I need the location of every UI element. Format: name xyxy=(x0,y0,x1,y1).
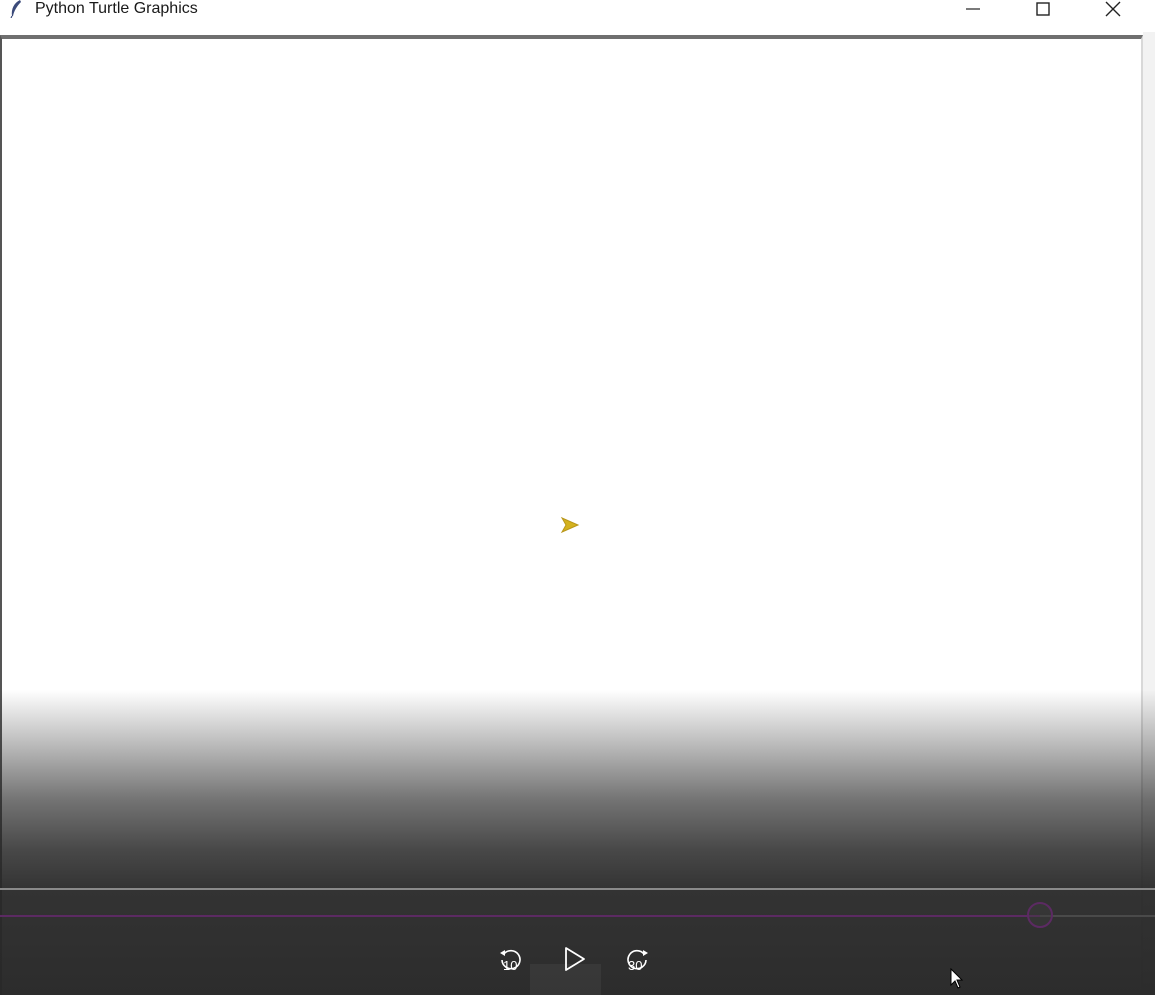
forward-seconds: 30 xyxy=(628,958,643,973)
forward-button[interactable]: 30 xyxy=(620,944,654,978)
progress-thumb[interactable] xyxy=(1027,902,1053,928)
close-icon xyxy=(1105,1,1121,22)
rewind-seconds: 10 xyxy=(503,958,518,973)
window-title: Python Turtle Graphics xyxy=(35,0,198,17)
minimize-button[interactable] xyxy=(950,0,996,22)
play-icon xyxy=(563,946,587,977)
maximize-button[interactable] xyxy=(1020,0,1066,22)
rewind-button[interactable]: 10 xyxy=(494,944,528,978)
play-button[interactable] xyxy=(558,944,592,978)
maximize-icon xyxy=(1036,1,1050,21)
turtle-arrow-icon xyxy=(560,516,580,534)
window-titlebar: Python Turtle Graphics xyxy=(0,0,1155,32)
mouse-cursor-icon xyxy=(950,967,964,990)
feather-icon xyxy=(8,0,24,19)
close-button[interactable] xyxy=(1090,0,1136,22)
player-divider xyxy=(0,888,1155,890)
minimize-icon xyxy=(966,2,980,21)
progress-fill xyxy=(0,915,1040,917)
